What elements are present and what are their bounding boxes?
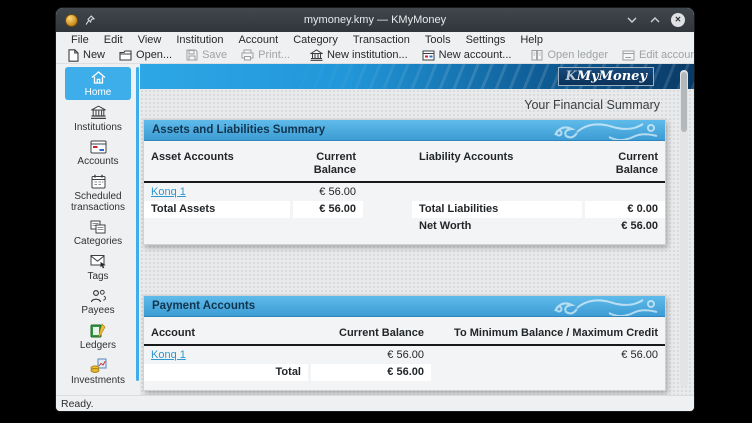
sidebar-scrollbar[interactable] — [136, 67, 139, 381]
asset-account-cell: Konq 1 — [144, 184, 290, 201]
ledgers-icon — [90, 323, 106, 338]
save-button: Save — [179, 49, 234, 61]
sidebar-item-ledgers[interactable]: Ledgers — [65, 320, 131, 353]
new-document-icon — [68, 49, 79, 62]
menu-item-settings[interactable]: Settings — [459, 34, 513, 46]
menu-item-transaction[interactable]: Transaction — [346, 34, 417, 46]
titlebar[interactable]: mymoney.kmy — KMyMoney ✕ — [56, 8, 694, 32]
tags-icon — [90, 254, 107, 269]
konq1-account-link[interactable]: Konq 1 — [151, 186, 186, 198]
menubar: File Edit View Institution Account Categ… — [56, 32, 694, 47]
menu-item-view[interactable]: View — [131, 34, 169, 46]
table-header-rule — [144, 181, 665, 183]
menu-item-institution[interactable]: Institution — [169, 34, 230, 46]
vertical-scrollbar-thumb[interactable] — [681, 72, 687, 132]
assets-liabilities-card: Assets and Liabilities Summary — [143, 119, 666, 245]
menu-item-edit[interactable]: Edit — [97, 34, 130, 46]
payment-account-cell: Konq 1 — [144, 347, 308, 364]
new-account-button[interactable]: New account... — [415, 49, 519, 61]
col-asset-accounts: Asset Accounts — [144, 149, 290, 179]
home-content: Your Financial Summary Assets and Liabil… — [140, 89, 694, 395]
asset-account-balance: € 56.00 — [293, 184, 363, 201]
edit-account-button: Edit account... — [615, 49, 694, 61]
payments-total-label: Total — [144, 364, 308, 381]
payees-icon — [90, 289, 107, 303]
sidebar-item-payees[interactable]: Payees — [65, 286, 131, 318]
payments-total-value: € 56.00 — [311, 364, 431, 381]
print-button: Print... — [234, 49, 297, 61]
net-worth-label: Net Worth — [412, 218, 582, 235]
konq1-account-link[interactable]: Konq 1 — [151, 349, 186, 361]
sidebar-item-investments[interactable]: Investments — [65, 355, 131, 388]
close-button[interactable]: ✕ — [671, 13, 685, 27]
kmymoney-window: mymoney.kmy — KMyMoney ✕ File Edit View … — [56, 8, 694, 411]
institutions-icon — [90, 105, 107, 120]
total-assets-label: Total Assets — [144, 201, 290, 218]
payment-accounts-header: Payment Accounts — [144, 296, 665, 317]
open-folder-icon — [119, 50, 132, 61]
sidebar-item-home[interactable]: Home — [65, 67, 131, 100]
col-current-balance: Current Balance — [311, 325, 431, 342]
home-view: KMyMoney Your Financial Summary Assets a… — [140, 64, 694, 395]
menu-item-category[interactable]: Category — [286, 34, 345, 46]
payment-account-balance: € 56.00 — [311, 347, 431, 364]
statusbar: Ready. — [56, 395, 694, 411]
sidebar-item-categories[interactable]: Categories — [65, 217, 131, 249]
page-title: Your Financial Summary — [140, 98, 660, 112]
maximize-button[interactable] — [648, 13, 662, 27]
payment-accounts-card: Payment Accounts Account — [143, 295, 666, 391]
save-icon — [186, 49, 198, 61]
sidebar-item-accounts[interactable]: Accounts — [65, 137, 131, 169]
view-sidebar: Home Institutions Accounts Scheduled tra… — [56, 64, 140, 395]
toolbar: New Open... Save Print... New institutio… — [56, 47, 694, 64]
flourish-icon — [551, 296, 661, 317]
sidebar-item-institutions[interactable]: Institutions — [65, 102, 131, 135]
scheduled-transactions-icon — [91, 174, 106, 189]
kmymoney-logo: KMyMoney — [558, 67, 654, 86]
payment-account-minmax: € 56.00 — [434, 347, 665, 364]
new-account-icon — [422, 49, 435, 61]
sidebar-item-scheduled-transactions[interactable]: Scheduled transactions — [65, 171, 131, 215]
menu-item-tools[interactable]: Tools — [418, 34, 458, 46]
net-worth-value: € 56.00 — [585, 218, 665, 235]
col-liability-accounts: Liability Accounts — [412, 149, 582, 179]
kmymoney-banner: KMyMoney — [140, 64, 694, 89]
ledger-icon — [531, 49, 543, 61]
col-min-max: To Minimum Balance / Maximum Credit — [434, 325, 665, 342]
new-button[interactable]: New — [61, 49, 112, 62]
menu-item-account[interactable]: Account — [231, 34, 285, 46]
menu-item-help[interactable]: Help — [513, 34, 550, 46]
minimize-button[interactable] — [625, 13, 639, 27]
open-ledger-button: Open ledger — [524, 49, 615, 61]
status-text: Ready. — [61, 398, 94, 410]
categories-icon — [90, 220, 106, 234]
edit-account-icon — [622, 49, 635, 61]
total-liabilities-value: € 0.00 — [585, 201, 665, 218]
assets-liabilities-header: Assets and Liabilities Summary — [144, 120, 665, 141]
new-institution-button[interactable]: New institution... — [303, 49, 415, 61]
col-current-balance-liabilities: Current Balance — [585, 149, 665, 179]
total-assets-value: € 56.00 — [293, 201, 363, 218]
kmymoney-app-icon — [65, 14, 78, 27]
pin-icon — [85, 15, 95, 26]
vertical-scrollbar-track[interactable] — [680, 70, 688, 387]
assets-liabilities-table: Asset Accounts Current Balance Liability… — [144, 141, 665, 244]
col-current-balance-assets: Current Balance — [293, 149, 363, 179]
flourish-icon — [551, 120, 661, 141]
col-account: Account — [144, 325, 308, 342]
table-header-rule — [144, 344, 665, 346]
menu-item-file[interactable]: File — [64, 34, 96, 46]
investments-icon — [90, 358, 107, 373]
window-title: mymoney.kmy — KMyMoney — [56, 14, 694, 26]
open-button[interactable]: Open... — [112, 49, 179, 61]
printer-icon — [241, 49, 254, 61]
home-icon — [90, 70, 107, 85]
sidebar-item-tags[interactable]: Tags — [65, 251, 131, 284]
accounts-icon — [90, 140, 107, 154]
payment-accounts-table: Account Current Balance To Minimum Balan… — [144, 317, 665, 390]
bank-icon — [310, 49, 323, 61]
total-liabilities-label: Total Liabilities — [412, 201, 582, 218]
